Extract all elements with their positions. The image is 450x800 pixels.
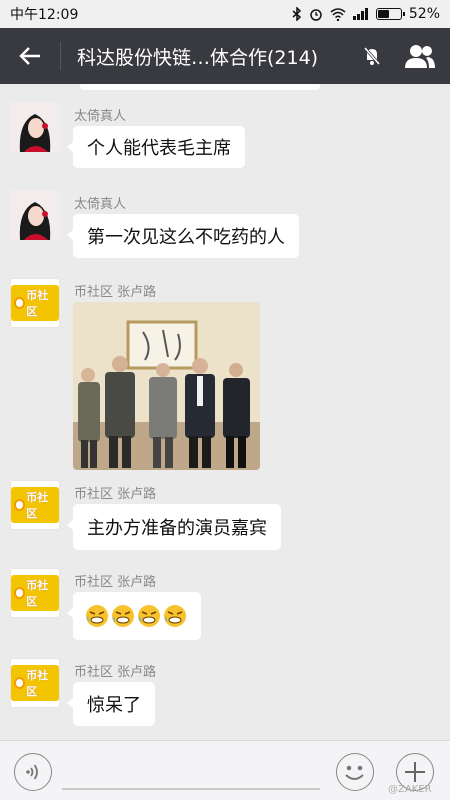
message-list[interactable]: 太倚真人 个人能代表毛主席 太倚真人 第一次见这么不吃药的人 币社区 币社区 张… <box>0 84 450 740</box>
emoji-button[interactable] <box>336 753 374 791</box>
bishequ-logo: 币社区 <box>11 487 59 523</box>
wifi-icon <box>330 7 346 21</box>
sender-name: 币社区 张卢路 <box>74 665 157 680</box>
grimace-emoji-icon <box>138 605 160 627</box>
sender-name: 币社区 张卢路 <box>74 285 157 300</box>
logo-text: 币社区 <box>26 579 49 608</box>
sender-name: 币社区 张卢路 <box>74 575 157 590</box>
previous-message-bubble <box>80 84 320 90</box>
logo-text: 币社区 <box>26 669 49 698</box>
voice-icon <box>26 764 38 780</box>
avatar[interactable] <box>10 102 60 152</box>
back-button[interactable] <box>0 28 60 84</box>
alarm-icon <box>310 9 322 21</box>
coin-icon <box>14 587 26 599</box>
watermark: @ZAKER <box>388 784 432 795</box>
portrait-woman-avatar-icon <box>10 102 60 152</box>
signal-icon <box>352 8 368 20</box>
message-bubble[interactable]: 主办方准备的演员嘉宾 <box>67 504 281 550</box>
bishequ-logo: 币社区 <box>11 575 59 611</box>
status-icons: 52% <box>292 6 440 22</box>
sender-name: 币社区 张卢路 <box>74 487 157 502</box>
logo-text: 币社区 <box>26 289 49 318</box>
battery-icon <box>375 8 405 20</box>
avatar[interactable]: 币社区 <box>10 278 60 328</box>
grimace-emoji-icon <box>86 605 108 627</box>
battery-fill <box>377 10 389 18</box>
message-bubble[interactable]: 第一次见这么不吃药的人 <box>67 214 299 258</box>
back-arrow-icon <box>19 47 40 65</box>
battery-percent: 52% <box>408 6 440 22</box>
voice-button[interactable] <box>14 753 52 791</box>
chat-header: 科达股份快链…体合作(214) <box>0 28 450 84</box>
message-bubble[interactable]: 个人能代表毛主席 <box>67 126 245 168</box>
bell-muted-icon <box>363 47 381 65</box>
message-bubble[interactable]: 惊呆了 <box>67 682 155 726</box>
bishequ-logo: 币社区 <box>11 665 59 701</box>
message-input[interactable] <box>62 788 320 790</box>
group-members-icon <box>405 45 435 68</box>
avatar[interactable] <box>10 190 60 240</box>
avatar[interactable]: 币社区 <box>10 480 60 530</box>
status-time: 中午12:09 <box>10 7 79 23</box>
grimace-emoji-icon <box>164 605 186 627</box>
message-bubble[interactable] <box>67 592 201 640</box>
plus-icon <box>405 762 425 782</box>
smiley-icon <box>345 765 364 780</box>
input-bar <box>0 740 450 800</box>
portrait-woman-avatar-icon <box>10 190 60 240</box>
chat-title[interactable]: 科达股份快链…体合作(214) <box>77 43 354 70</box>
group-info-button[interactable] <box>390 44 450 68</box>
logo-text: 币社区 <box>26 491 49 520</box>
image-message[interactable] <box>73 302 260 470</box>
status-bar: 中午12:09 52% <box>0 0 450 28</box>
coin-icon <box>14 499 26 511</box>
grimace-emoji-icon <box>112 605 134 627</box>
avatar[interactable]: 币社区 <box>10 658 60 708</box>
coin-icon <box>14 677 26 689</box>
group-photo-image <box>73 302 260 470</box>
avatar[interactable]: 币社区 <box>10 568 60 618</box>
sender-name: 太倚真人 <box>74 109 127 124</box>
bluetooth-icon <box>292 7 301 21</box>
bishequ-logo: 币社区 <box>11 285 59 321</box>
header-divider <box>60 42 61 70</box>
mute-indicator <box>354 46 390 66</box>
coin-icon <box>14 297 26 309</box>
sender-name: 太倚真人 <box>74 197 127 212</box>
